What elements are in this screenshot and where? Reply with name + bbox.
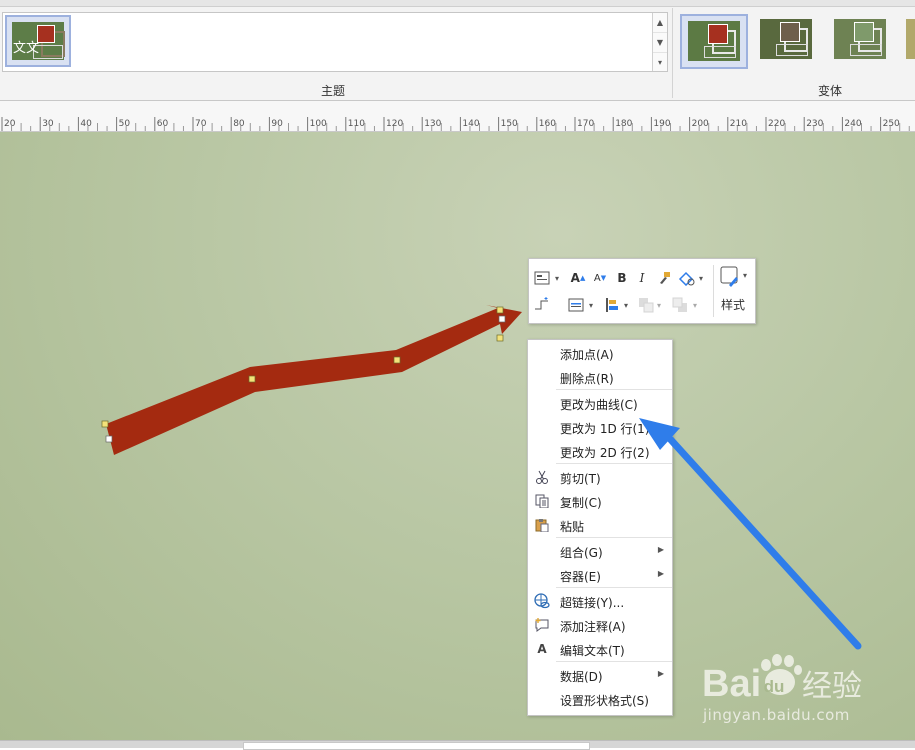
annotation-layer <box>639 418 862 650</box>
watermark-url: jingyan.baidu.com <box>703 706 850 724</box>
annotation-arrow-line <box>658 426 862 650</box>
svg-text:Bai: Bai <box>702 663 761 705</box>
svg-text:du: du <box>764 677 785 696</box>
svg-text:经验: 经验 <box>802 669 862 704</box>
